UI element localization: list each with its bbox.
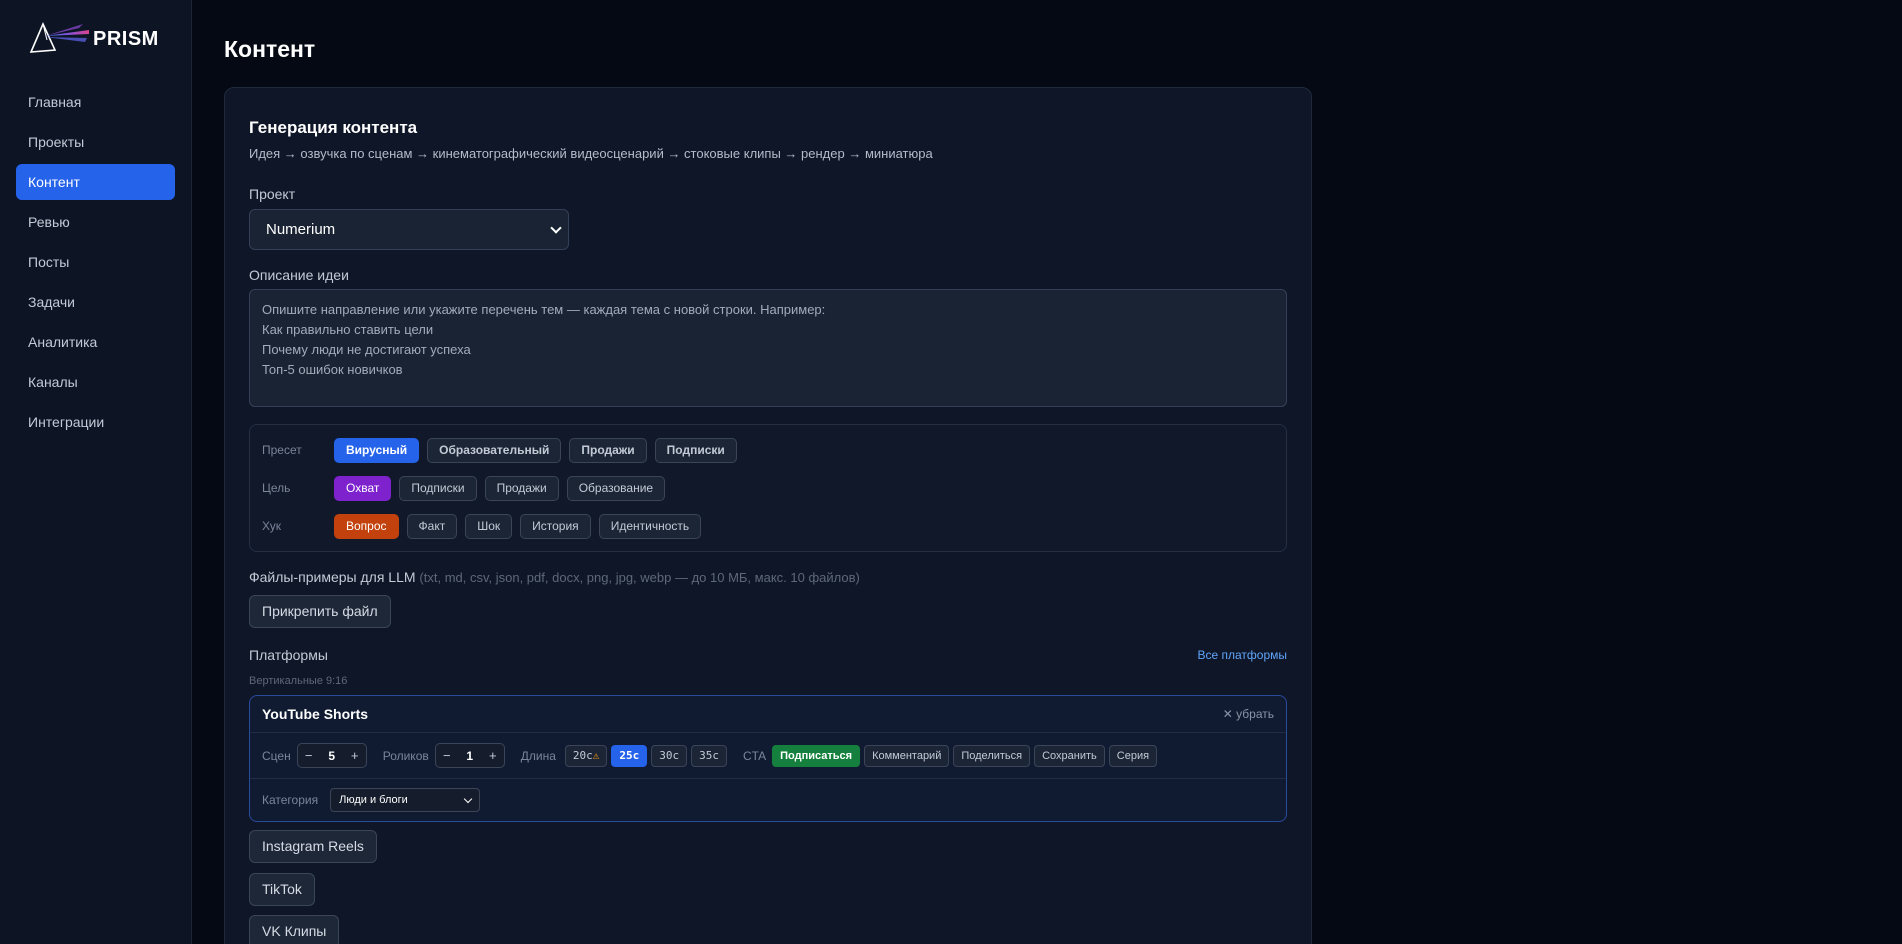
project-label: Проект	[249, 186, 296, 202]
hook-chip-story[interactable]: История	[520, 513, 591, 539]
category-label: Категория	[262, 793, 319, 807]
category-select[interactable]: Люди и блоги	[330, 788, 481, 812]
content-generation-card: Генерация контента Идея → озвучка по сце…	[224, 87, 1312, 944]
cta-chip-share[interactable]: Поделиться	[953, 744, 1031, 767]
platforms-label: Платформы	[249, 647, 328, 663]
sidebar-item-tasks[interactable]: Задачи	[16, 284, 175, 320]
page-title: Контент	[224, 36, 316, 62]
vertical-format-label: Вертикальные 9:16	[249, 675, 348, 687]
category-row: Категория Люди и блоги	[262, 788, 481, 812]
category-select-value: Люди и блоги	[339, 794, 408, 806]
prism-logo-icon	[29, 22, 89, 53]
sidebar-item-review[interactable]: Ревью	[16, 204, 175, 240]
sidebar-item-channels[interactable]: Каналы	[16, 364, 175, 400]
hook-chip-fact[interactable]: Факт	[406, 513, 458, 539]
card-title: Генерация контента	[249, 118, 418, 137]
sidebar-item-projects[interactable]: Проекты	[16, 124, 175, 160]
videos-label: Роликов	[382, 748, 429, 763]
remove-label: убрать	[1236, 707, 1274, 721]
close-icon: ✕	[1222, 707, 1233, 721]
preset-label: Пресет	[262, 443, 302, 457]
length-chip-25s[interactable]: 25с	[611, 744, 648, 767]
goal-chip-sales[interactable]: Продажи	[484, 475, 559, 501]
chevron-down-icon	[550, 222, 562, 234]
scenes-increment-button[interactable]: +	[344, 748, 366, 763]
length-chip-20s[interactable]: 20с⚠	[564, 744, 608, 767]
logo-text: PRISM	[93, 28, 159, 50]
preset-chip-sales[interactable]: Продажи	[569, 437, 647, 463]
sidebar-item-analytics[interactable]: Аналитика	[16, 324, 175, 360]
hook-chip-identity[interactable]: Идентичность	[598, 513, 702, 539]
hook-chip-question[interactable]: Вопрос	[334, 513, 399, 539]
cta-chip-series[interactable]: Серия	[1108, 744, 1158, 767]
files-label: Файлы-примеры для LLM (txt, md, csv, jso…	[249, 569, 860, 585]
sidebar-item-integrations[interactable]: Интеграции	[16, 404, 175, 440]
preset-chip-subscriptions[interactable]: Подписки	[654, 437, 737, 463]
hook-chip-shock[interactable]: Шок	[465, 513, 513, 539]
idea-label: Описание идеи	[249, 267, 349, 283]
length-label: Длина	[520, 748, 556, 763]
scenes-stepper: − 5 +	[296, 743, 367, 768]
attach-file-button[interactable]: Прикрепить файл	[249, 595, 391, 628]
preset-row: Пресет Вирусный Образовательный Продажи …	[262, 437, 745, 463]
length-chip-30s[interactable]: 30с	[651, 744, 688, 767]
goal-row: Цель Охват Подписки Продажи Образование	[262, 475, 673, 501]
scenes-decrement-button[interactable]: −	[298, 748, 320, 763]
length-chip-20s-label: 20с	[572, 748, 593, 762]
scenes-label: Сцен	[262, 748, 291, 763]
warning-icon: ⚠	[592, 748, 600, 762]
hook-row: Хук Вопрос Факт Шок История Идентичность	[262, 513, 709, 539]
files-label-text: Файлы-примеры для LLM	[249, 569, 416, 585]
platform-vk-clips-button[interactable]: VK Клипы	[249, 915, 340, 944]
preset-chip-educational[interactable]: Образовательный	[427, 437, 562, 463]
card-subtitle: Идея → озвучка по сценам → кинематографи…	[249, 146, 933, 161]
idea-textarea[interactable]: Опишите направление или укажите перечень…	[249, 289, 1287, 407]
goal-chip-education[interactable]: Образование	[566, 475, 666, 501]
all-platforms-link[interactable]: Все платформы	[1197, 648, 1287, 662]
preset-chip-viral[interactable]: Вирусный	[334, 437, 420, 463]
files-hint: (txt, md, csv, json, pdf, docx, png, jpg…	[419, 570, 860, 585]
videos-increment-button[interactable]: +	[482, 748, 504, 763]
videos-stepper: − 1 +	[434, 743, 505, 768]
remove-platform-button[interactable]: ✕ убрать	[1223, 707, 1274, 721]
project-select-value: Numerium	[266, 221, 336, 238]
sidebar: PRISM Главная Проекты Контент Ревью Пост…	[0, 0, 192, 944]
goal-chip-reach[interactable]: Охват	[334, 475, 392, 501]
videos-value[interactable]: 1	[458, 749, 482, 763]
videos-decrement-button[interactable]: −	[436, 748, 458, 763]
options-panel: Пресет Вирусный Образовательный Продажи …	[249, 424, 1287, 552]
length-chip-35s[interactable]: 35с	[691, 744, 728, 767]
youtube-shorts-header: YouTube Shorts ✕ убрать	[250, 696, 1286, 733]
goal-label: Цель	[262, 481, 291, 495]
scenes-value[interactable]: 5	[320, 749, 344, 763]
youtube-settings-row: Сцен − 5 + Роликов − 1 + Длина 20с⚠ 25с …	[250, 733, 1286, 779]
platform-instagram-reels-button[interactable]: Instagram Reels	[249, 830, 377, 863]
cta-chip-comment[interactable]: Комментарий	[864, 744, 950, 767]
goal-chip-subscriptions[interactable]: Подписки	[399, 475, 477, 501]
sidebar-item-posts[interactable]: Посты	[16, 244, 175, 280]
platform-tiktok-button[interactable]: TikTok	[249, 873, 315, 906]
cta-chip-subscribe[interactable]: Подписаться	[772, 744, 861, 767]
youtube-shorts-title: YouTube Shorts	[262, 706, 369, 722]
logo[interactable]: PRISM	[27, 20, 158, 56]
main-nav: Главная Проекты Контент Ревью Посты Зада…	[16, 84, 175, 444]
project-select[interactable]: Numerium	[249, 209, 569, 250]
sidebar-item-content[interactable]: Контент	[16, 164, 175, 200]
chevron-down-icon	[463, 794, 473, 804]
hook-label: Хук	[262, 519, 281, 533]
sidebar-item-home[interactable]: Главная	[16, 84, 175, 120]
cta-label: CTA	[743, 748, 767, 763]
youtube-shorts-panel: YouTube Shorts ✕ убрать Сцен − 5 + Ролик…	[249, 695, 1287, 822]
cta-chip-save[interactable]: Сохранить	[1034, 744, 1105, 767]
